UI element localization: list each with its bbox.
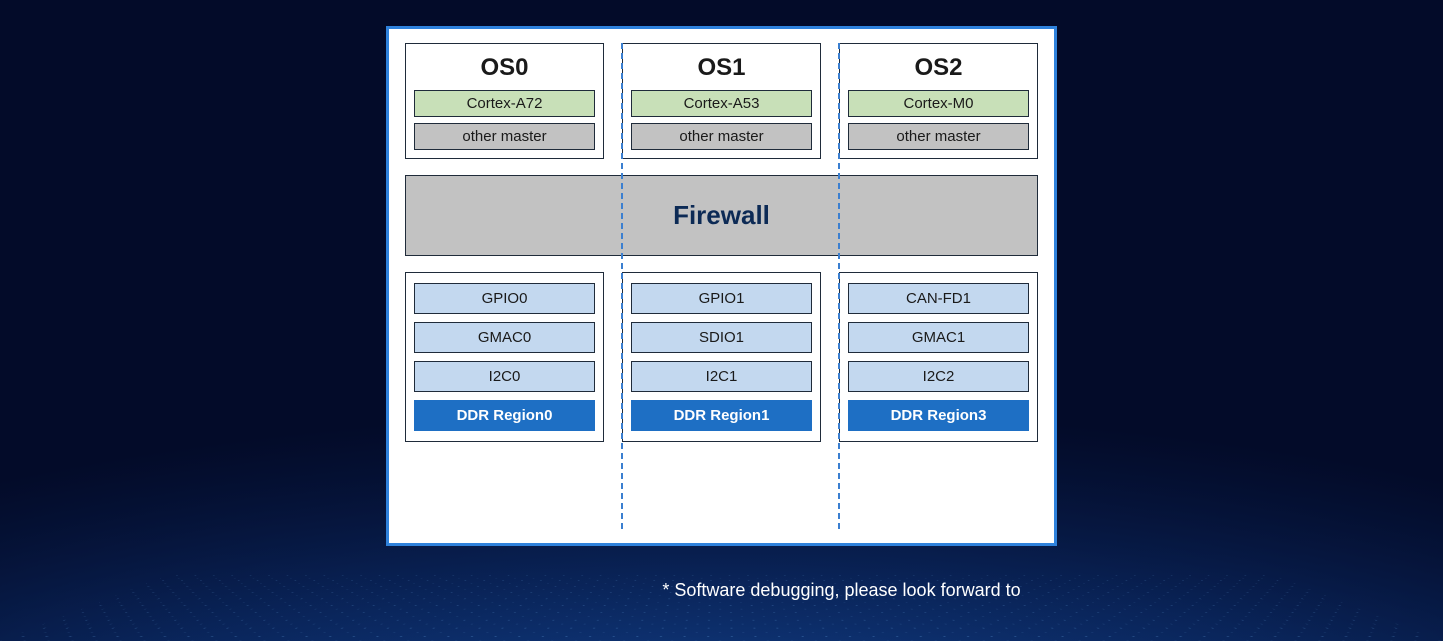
other-master-label: other master bbox=[631, 123, 812, 150]
periph-item: CAN-FD1 bbox=[848, 283, 1029, 314]
periph-box-0: GPIO0 GMAC0 I2C0 DDR Region0 bbox=[405, 272, 604, 442]
periph-item: I2C1 bbox=[631, 361, 812, 392]
ddr-region: DDR Region1 bbox=[631, 400, 812, 431]
periph-item: GMAC1 bbox=[848, 322, 1029, 353]
os-box-0: OS0 Cortex-A72 other master bbox=[405, 43, 604, 159]
periph-box-1: GPIO1 SDIO1 I2C1 DDR Region1 bbox=[622, 272, 821, 442]
ddr-region: DDR Region0 bbox=[414, 400, 595, 431]
periph-item: GPIO1 bbox=[631, 283, 812, 314]
os-box-1: OS1 Cortex-A53 other master bbox=[622, 43, 821, 159]
os-box-2: OS2 Cortex-M0 other master bbox=[839, 43, 1038, 159]
cpu-label: Cortex-A72 bbox=[414, 90, 595, 117]
cpu-label: Cortex-A53 bbox=[631, 90, 812, 117]
ddr-region: DDR Region3 bbox=[848, 400, 1029, 431]
os-title: OS0 bbox=[414, 54, 595, 82]
cpu-label: Cortex-M0 bbox=[848, 90, 1029, 117]
os-row: OS0 Cortex-A72 other master OS1 Cortex-A… bbox=[405, 43, 1038, 159]
periph-box-2: CAN-FD1 GMAC1 I2C2 DDR Region3 bbox=[839, 272, 1038, 442]
peripheral-row: GPIO0 GMAC0 I2C0 DDR Region0 GPIO1 SDIO1… bbox=[405, 272, 1038, 442]
firewall-bar: Firewall bbox=[405, 175, 1038, 256]
periph-item: SDIO1 bbox=[631, 322, 812, 353]
periph-item: I2C2 bbox=[848, 361, 1029, 392]
amp-architecture-diagram: OS0 Cortex-A72 other master OS1 Cortex-A… bbox=[386, 26, 1057, 546]
other-master-label: other master bbox=[848, 123, 1029, 150]
periph-item: I2C0 bbox=[414, 361, 595, 392]
other-master-label: other master bbox=[414, 123, 595, 150]
periph-item: GPIO0 bbox=[414, 283, 595, 314]
os-title: OS2 bbox=[848, 54, 1029, 82]
periph-item: GMAC0 bbox=[414, 322, 595, 353]
os-title: OS1 bbox=[631, 54, 812, 82]
footnote: * Software debugging, please look forwar… bbox=[0, 580, 1443, 601]
